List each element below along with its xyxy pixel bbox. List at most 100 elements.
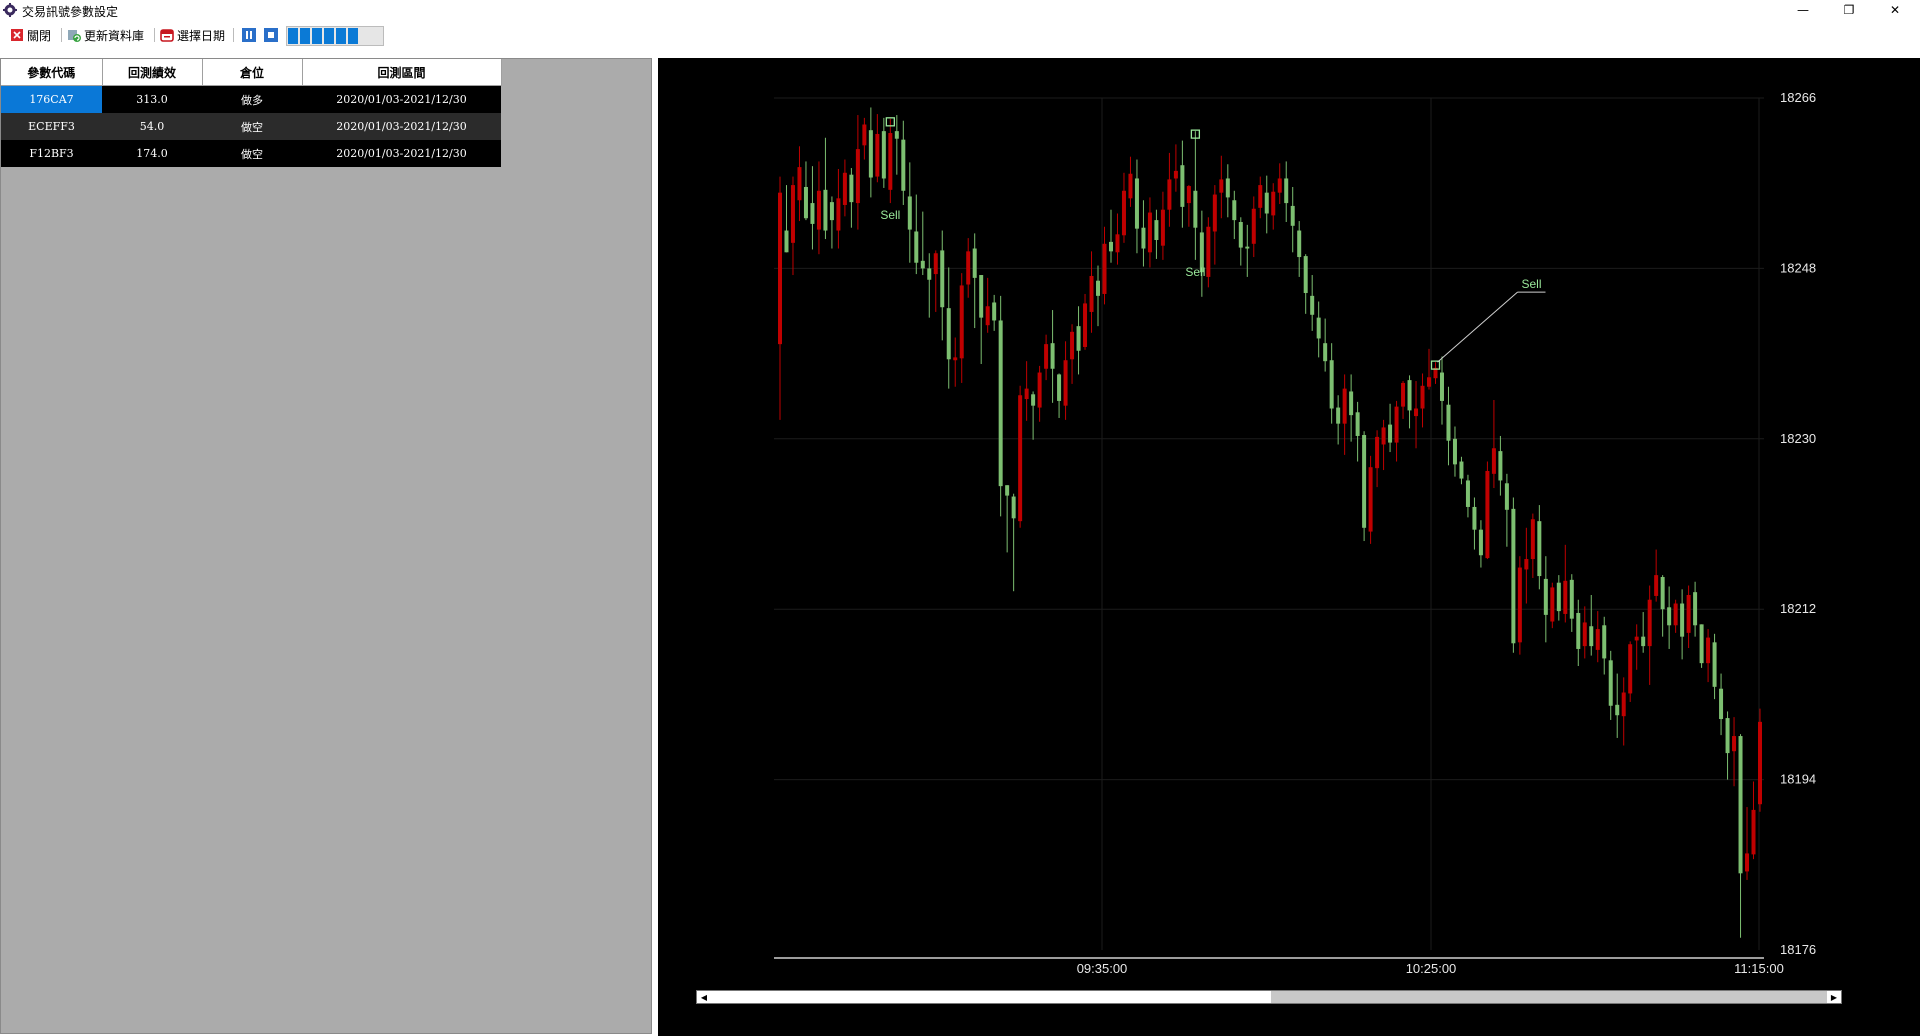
candle-body [1641, 636, 1646, 647]
close-label: 關閉 [27, 28, 52, 43]
candle-body [1011, 496, 1016, 519]
candle-body [1336, 407, 1341, 424]
cell-param-code[interactable]: F12BF3 [1, 140, 102, 167]
table-row[interactable]: ECEFF3 54.0 做空 2020/01/03-2021/12/30 [1, 113, 501, 140]
candle-body [875, 133, 880, 177]
candle-body [888, 133, 893, 190]
candle-body [1738, 736, 1743, 874]
candle-body [1271, 191, 1276, 216]
cell-performance[interactable]: 313.0 [102, 85, 202, 113]
progress-segment [300, 28, 310, 44]
date-label: 選擇日期 [177, 28, 226, 43]
scroll-right-arrow-icon[interactable]: ▶ [1827, 991, 1841, 1003]
cell-position[interactable]: 做空 [202, 140, 302, 167]
cell-position[interactable]: 做多 [202, 85, 302, 113]
column-header-param-code[interactable]: 參數代碼 [1, 59, 103, 86]
cell-period[interactable]: 2020/01/03-2021/12/30 [302, 85, 501, 113]
candle-body [1498, 451, 1503, 481]
candle-body [1362, 435, 1367, 528]
scroll-left-arrow-icon[interactable]: ◀ [697, 991, 711, 1003]
candle-body [1303, 256, 1308, 294]
candle-body [1647, 599, 1652, 647]
candle-body [985, 306, 990, 326]
select-date-button[interactable]: 選擇日期 [160, 25, 225, 45]
candle-body [1323, 343, 1328, 362]
candle-body [1212, 194, 1217, 232]
candle-body [1524, 559, 1529, 570]
candle-body [1108, 241, 1113, 252]
candle-body [946, 308, 951, 360]
progress-bar [286, 26, 384, 46]
candle-body [1264, 192, 1269, 214]
window-close-button[interactable]: ✕ [1872, 0, 1918, 20]
candle-body [1660, 577, 1665, 610]
candle-body [1615, 704, 1620, 716]
minimize-button[interactable]: — [1780, 0, 1826, 20]
candle-body [1297, 230, 1302, 258]
candle-body [1388, 424, 1393, 443]
table-row[interactable]: 176CA7 313.0 做多 2020/01/03-2021/12/30 [1, 85, 501, 113]
cell-performance[interactable]: 174.0 [102, 140, 202, 167]
candle-body [1725, 718, 1730, 754]
candle-body [1595, 629, 1600, 650]
y-tick-label: 18266 [1780, 90, 1816, 105]
candle-body [1316, 317, 1321, 339]
candle-body [1686, 595, 1691, 633]
column-header-backtest-performance[interactable]: 回測績效 [102, 59, 203, 86]
candle-body [1582, 622, 1587, 647]
candle-body [1128, 173, 1133, 199]
candlestick-chart[interactable]: 18266 18248 18230 18212 18194 18176 09:35:00 10… [658, 58, 1920, 1036]
candle-body [1173, 170, 1178, 179]
x-tick-label: 09:35:00 [1077, 961, 1128, 976]
candle-body [816, 190, 821, 230]
candle-body [998, 320, 1003, 487]
candle-body [1076, 326, 1081, 351]
candle-body [1342, 388, 1347, 424]
candle-body [1180, 165, 1185, 207]
cell-period[interactable]: 2020/01/03-2021/12/30 [302, 140, 501, 167]
chart-scrollbar[interactable]: ◀ ▶ [696, 990, 1842, 1004]
candle-body [1349, 391, 1354, 416]
candle-body [790, 185, 795, 243]
toolbar-divider [61, 28, 62, 42]
candle-body [1160, 209, 1165, 246]
candle-body [1394, 406, 1399, 443]
candle-body [1465, 480, 1470, 507]
candle-body [972, 248, 977, 278]
candle-body [1083, 303, 1088, 347]
candlestick-chart-panel[interactable]: 18266 18248 18230 18212 18194 18176 09:35:00 10… [658, 58, 1920, 1036]
candle-body [1018, 395, 1023, 522]
cell-position[interactable]: 做空 [202, 113, 302, 140]
stop-icon[interactable] [264, 28, 278, 42]
candle-body [914, 231, 919, 263]
candle-body [1478, 529, 1483, 556]
close-button[interactable]: 關閉 [10, 25, 51, 45]
candle-body [1134, 178, 1139, 229]
candle-body [1485, 470, 1490, 559]
cell-period[interactable]: 2020/01/03-2021/12/30 [302, 113, 501, 140]
y-tick-label: 18248 [1780, 260, 1816, 275]
toolbar-divider [154, 28, 155, 42]
table-row[interactable]: F12BF3 174.0 做空 2020/01/03-2021/12/30 [1, 140, 501, 167]
column-header-backtest-period[interactable]: 回測區間 [302, 59, 502, 86]
restore-button[interactable]: ❐ [1826, 0, 1872, 20]
progress-segment [312, 28, 322, 44]
candle-body [1401, 382, 1406, 407]
candle-body [1024, 388, 1029, 400]
scrollbar-thumb[interactable] [711, 991, 1271, 1003]
cell-param-code[interactable]: 176CA7 [1, 85, 102, 113]
scrollbar-track[interactable] [1271, 991, 1827, 1003]
column-header-position[interactable]: 倉位 [202, 59, 303, 86]
candle-body [1141, 227, 1146, 249]
candle-body [1621, 692, 1626, 717]
candle-body [1284, 178, 1289, 204]
pause-icon[interactable] [242, 28, 256, 42]
candle-body [1446, 404, 1451, 441]
candle-body [1154, 220, 1159, 240]
update-database-button[interactable]: 更新資料庫 [67, 25, 144, 45]
grid-header-row: 參數代碼 回測績效 倉位 回測區間 [1, 59, 502, 86]
candle-body [1439, 372, 1444, 401]
cell-param-code[interactable]: ECEFF3 [1, 113, 102, 140]
candle-body [1102, 243, 1107, 294]
cell-performance[interactable]: 54.0 [102, 113, 202, 140]
